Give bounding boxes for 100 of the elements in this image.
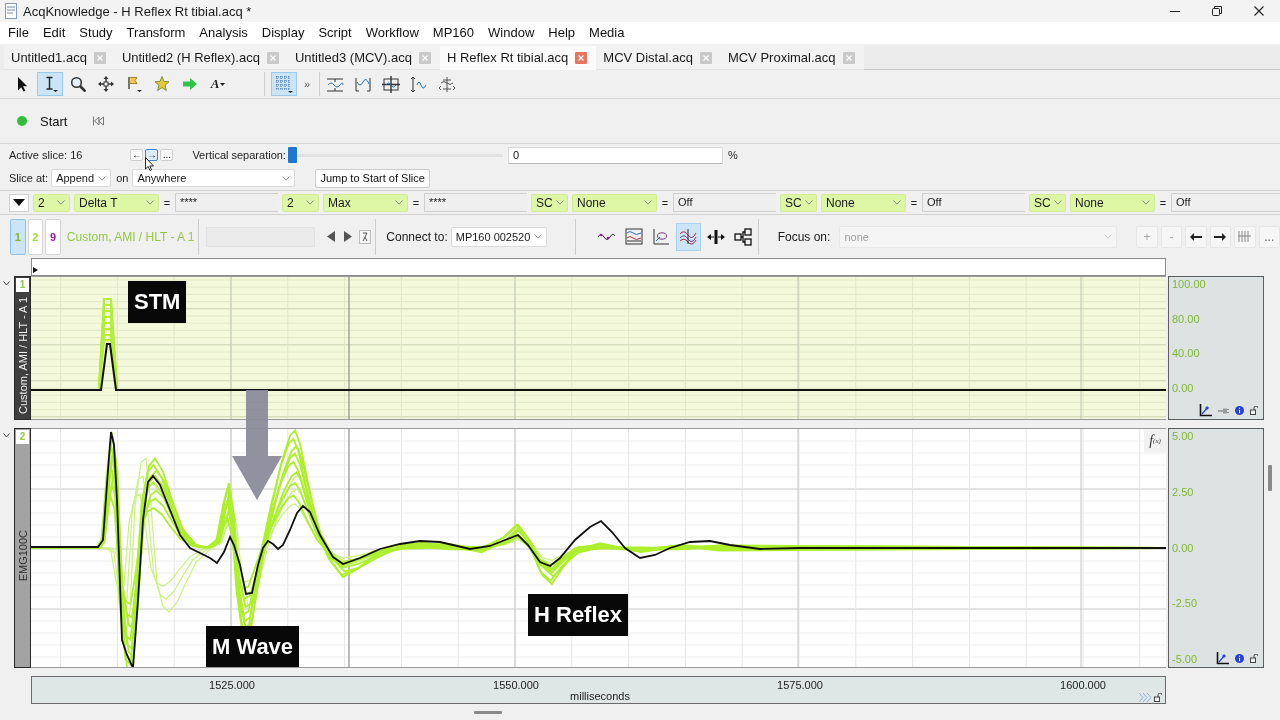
scrollbar[interactable] [1268,465,1272,491]
more-button[interactable]: ... [1258,225,1280,248]
menu-item[interactable]: File [1,22,36,44]
close-icon[interactable] [1254,6,1264,16]
minimize-icon[interactable] [1170,10,1180,12]
document-tab[interactable]: H Reflex Rt tibial.acq [439,46,597,70]
slider-track[interactable] [287,147,503,163]
dropdown[interactable]: Max [323,193,408,212]
chevron-down-icon[interactable] [3,281,10,286]
scrollbar[interactable] [474,711,502,714]
focus-label: Focus on: [777,229,831,244]
dropdown[interactable]: None [572,193,657,212]
channel-number: 2 [16,430,29,444]
lock-icon[interactable] [1250,406,1258,415]
restore-icon[interactable] [1212,6,1222,16]
document-tab[interactable]: Untitled1.acq [4,46,115,70]
overlap-arrows-icon[interactable] [438,75,456,93]
slider-thumb[interactable] [287,147,297,163]
vertical-separation-label: Vertical separation: [192,149,286,161]
split-arrows-icon [706,227,725,246]
dropdown[interactable]: 2 [33,193,70,212]
grid-icon [275,75,293,93]
dropdown[interactable]: Append [51,169,112,187]
axis-icon[interactable] [1199,404,1212,417]
jump-button[interactable]: Jump to Start of Slice [315,168,430,188]
active-slice-label: Active slice: 16 [9,149,83,161]
mouse-cursor-icon [145,157,154,171]
arrows-wave-icon[interactable] [410,75,428,93]
connect-label: Connect to: [386,229,448,244]
document-tab[interactable]: MCV Distal.acq [596,46,721,70]
axis-icon[interactable] [1216,652,1229,665]
triangle-right-icon[interactable] [344,231,353,242]
menu-item[interactable]: Edit [35,22,73,44]
arrow-left-icon[interactable] [1190,232,1202,241]
triangle-left-icon[interactable] [327,231,336,242]
framed-figure-icon[interactable] [359,229,372,244]
menu-item[interactable]: Analysis [192,22,255,44]
overlaid-waves-icon [679,227,698,246]
menu-item[interactable]: Script [311,22,359,44]
tool-button[interactable]: A [205,72,231,96]
dropdown[interactable]: Delta T [74,193,159,212]
chevron-down-icon [306,200,314,205]
start-button[interactable]: Start [17,113,68,129]
scale-label: 40.00 [1172,347,1200,360]
channel-label-strip[interactable]: 2 EMG100C [14,428,31,668]
chevron-down-icon[interactable] [3,433,10,438]
menu-item[interactable]: Window [481,22,542,44]
box-arrows-icon[interactable] [382,75,400,93]
channel-number: 1 [16,278,29,292]
scale-label: 80.00 [1172,312,1200,325]
info-icon[interactable] [1235,654,1244,663]
tick-label: 1575.000 [777,679,823,691]
document-tab[interactable]: Untitled3 (MCV).acq [287,46,440,70]
chevron-down-icon [1104,234,1113,239]
menu-item[interactable]: Workflow [358,22,426,44]
channel-button[interactable]: 9 [45,218,61,255]
arrow-right-icon [182,76,198,92]
scale-label: 0.00 [1172,541,1194,554]
menu-item[interactable]: Study [72,22,120,44]
dropdown[interactable]: None [821,193,906,212]
measurement-menu-button[interactable] [9,193,29,212]
scale-label: 100.00 [1172,278,1206,290]
channel-name: Custom, AMI / HLT - A 1 [66,229,195,244]
overflow-button[interactable]: » [299,78,315,90]
chevron-down-icon [533,234,542,239]
app-icon [5,3,17,19]
dropdown[interactable]: Anywhere [132,169,296,187]
menu-item[interactable]: Display [254,22,312,44]
dropdown[interactable]: SC [780,193,817,212]
lock-icon[interactable] [1250,654,1258,663]
cursor-marker-icon[interactable] [33,267,38,273]
dropdown[interactable]: None [1070,193,1155,212]
menu-item[interactable]: Transform [119,22,193,44]
slice-nav-button[interactable]: → [145,149,159,161]
slice-nav-button[interactable]: ← [130,149,144,161]
chevron-down-icon [395,200,403,205]
bracket-wave-icon[interactable] [354,75,372,93]
dropdown[interactable]: 2 [282,193,319,212]
linked-boxes-icon [734,227,752,246]
menu-item[interactable]: MP160 [425,22,482,44]
dropdown[interactable]: SC [531,193,568,212]
channel-label: EMG100C [16,529,29,582]
tool-button[interactable] [37,72,63,96]
channel-label: Custom, AMI / HLT - A 1 [16,297,29,414]
rewind-icon[interactable] [93,116,105,126]
dropdown[interactable]: SC [1029,193,1066,212]
input-field[interactable]: 0 [507,146,723,164]
lock-icon[interactable] [1154,693,1162,702]
wave-arrows-icon[interactable] [326,75,344,93]
info-icon[interactable] [1235,406,1244,415]
menu-item[interactable]: Media [582,22,632,44]
result-field: Off [673,193,776,212]
dropdown[interactable]: MP160 002520 [450,226,547,247]
slice-nav-button[interactable]: ... [160,149,174,161]
channel-label-strip[interactable]: 1 Custom, AMI / HLT - A 1 [14,276,31,420]
document-tab[interactable]: MCV Proximal.acq [720,46,864,70]
menu-item[interactable]: Help [541,22,583,44]
arrow-right-icon[interactable] [1214,232,1227,241]
document-tab[interactable]: Untitled2 (H Reflex).acq [114,46,288,70]
plug-icon[interactable] [1218,407,1229,414]
